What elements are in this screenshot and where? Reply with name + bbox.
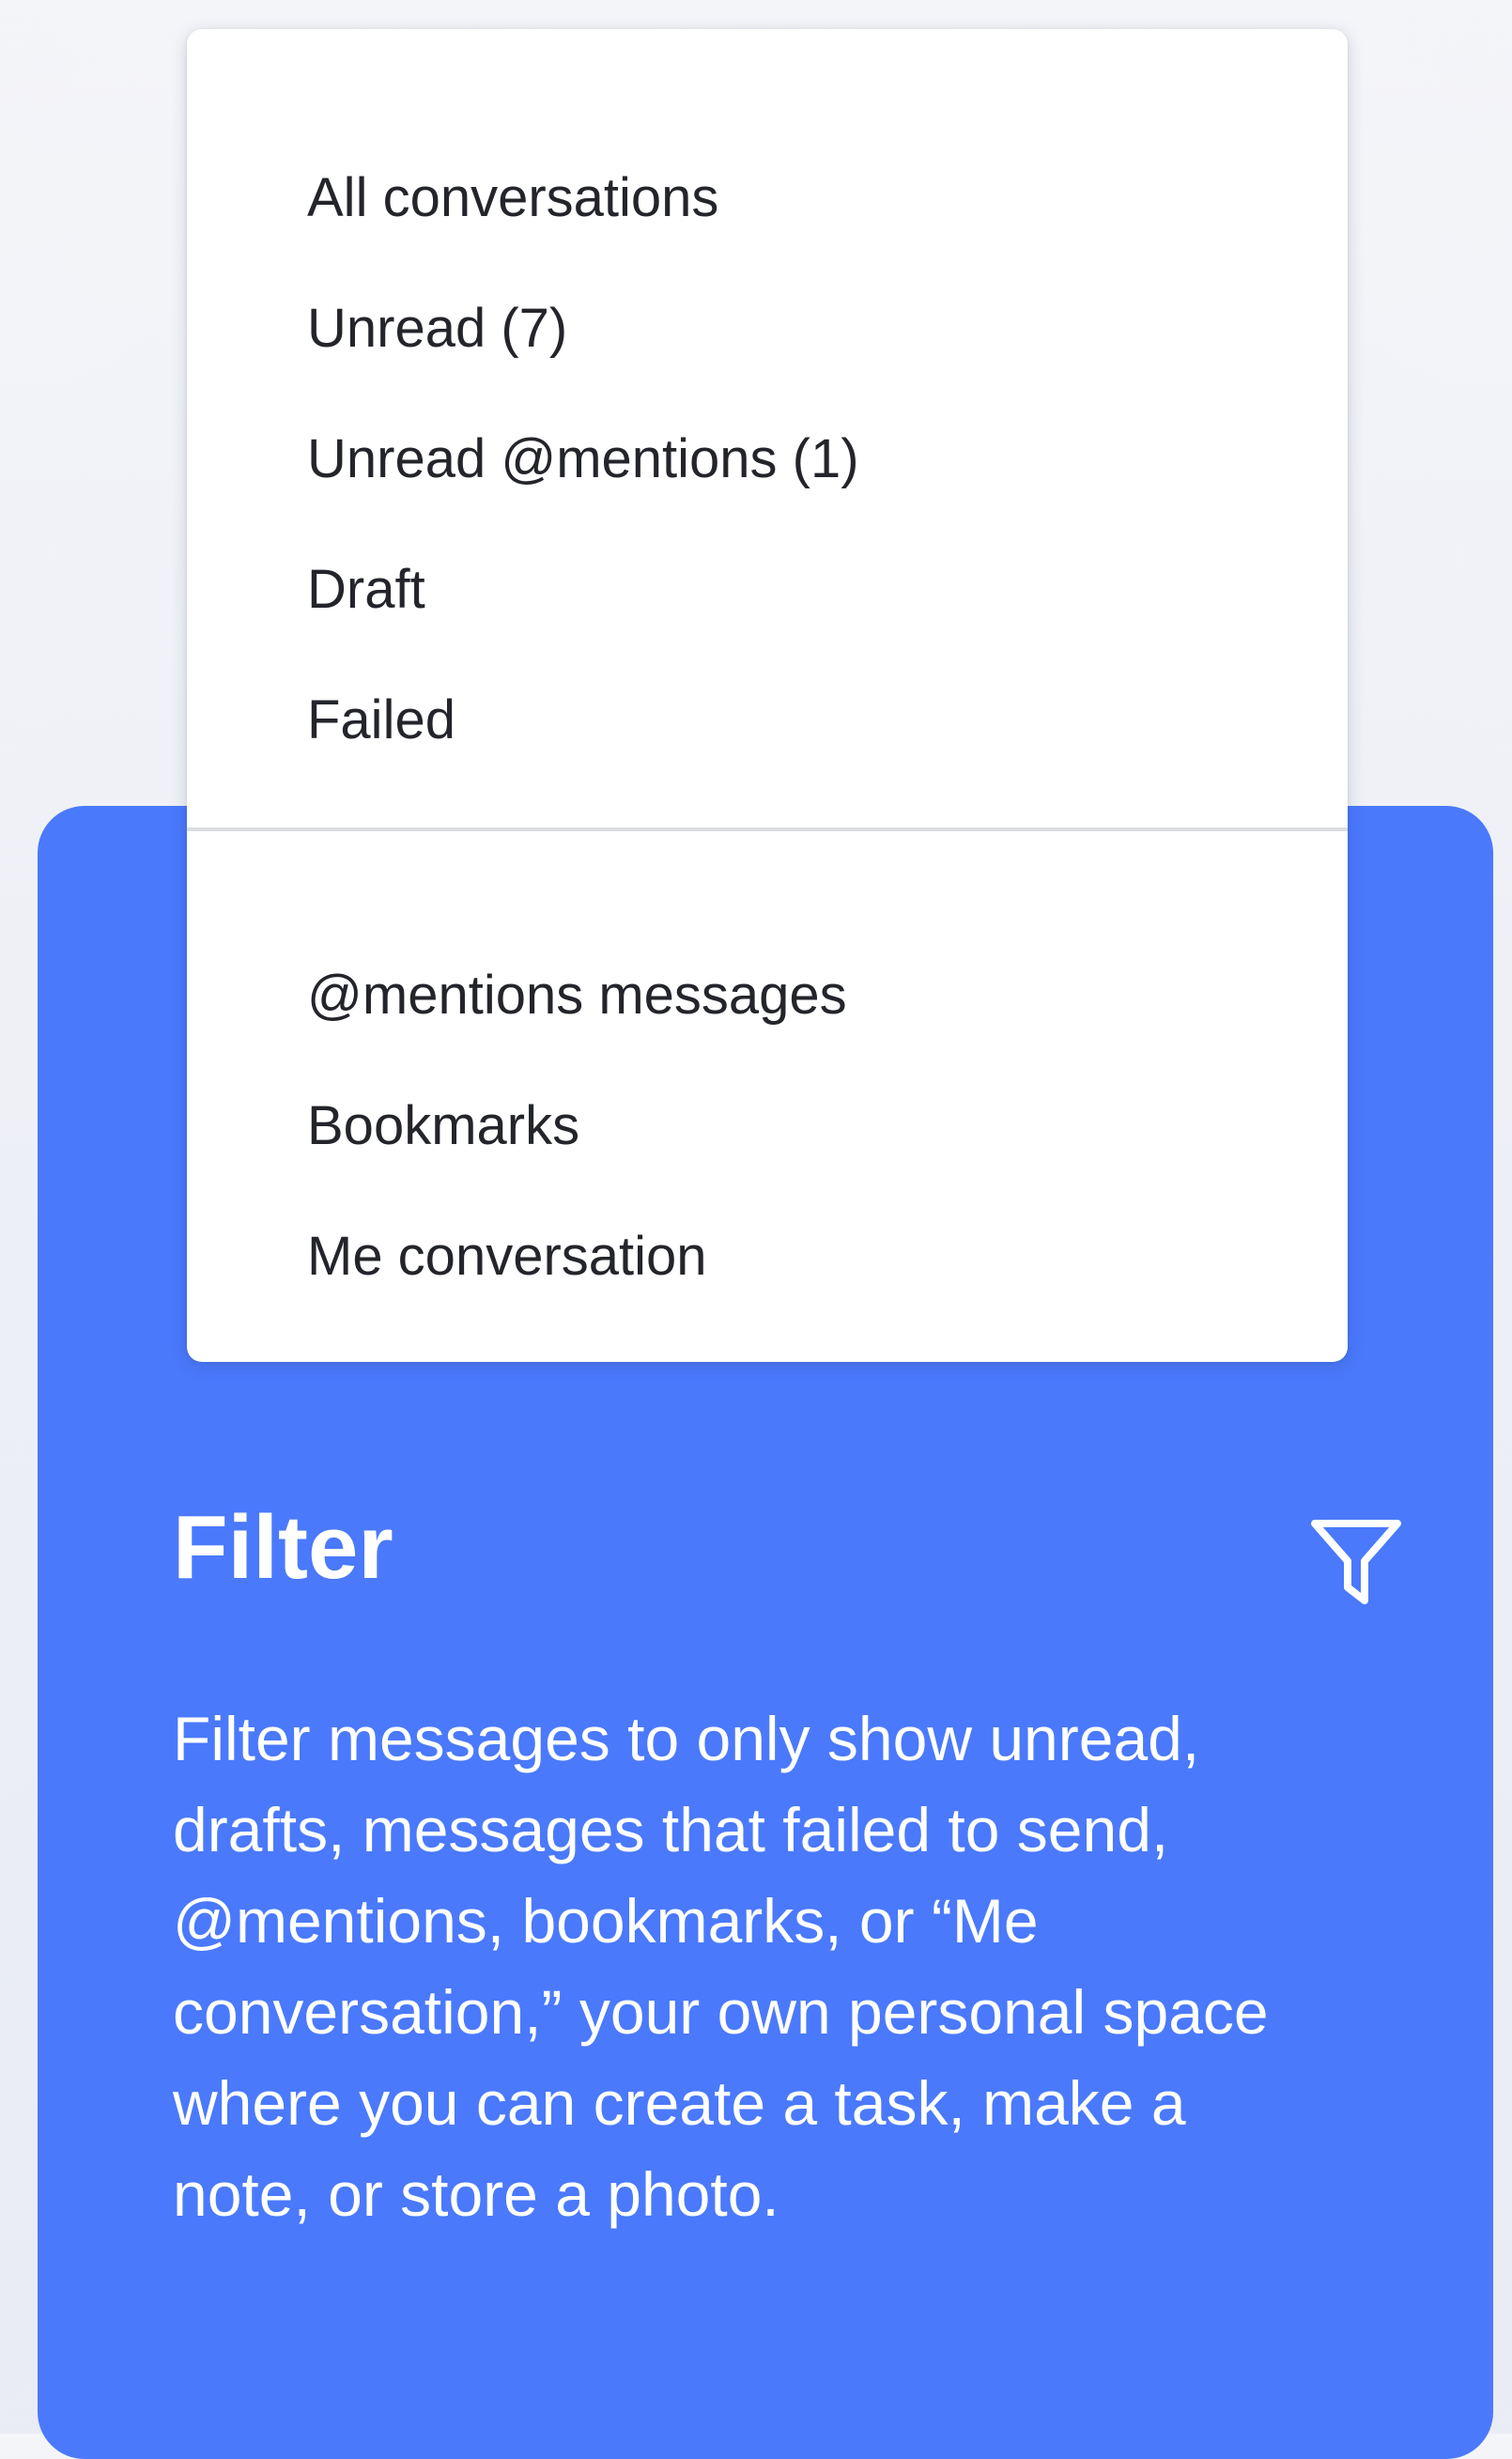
menu-item-bookmarks[interactable]: Bookmarks [187, 1060, 1348, 1191]
menu-item-mentions-messages[interactable]: @mentions messages [187, 930, 1348, 1060]
menu-item-unread[interactable]: Unread (7) [187, 263, 1348, 394]
filter-dropdown-menu: All conversations Unread (7) Unread @men… [187, 29, 1348, 1362]
conversation-filter-group: All conversations Unread (7) Unread @men… [187, 132, 1348, 785]
filter-funnel-icon [1311, 1520, 1401, 1604]
menu-divider [187, 827, 1348, 831]
card-description: Filter messages to only show unread, dra… [173, 1704, 1269, 2229]
menu-item-failed[interactable]: Failed [187, 655, 1348, 785]
message-filter-group: @mentions messages Bookmarks Me conversa… [187, 930, 1348, 1322]
card-title: Filter [173, 1497, 393, 1598]
menu-item-draft[interactable]: Draft [187, 524, 1348, 655]
menu-item-unread-mentions[interactable]: Unread @mentions (1) [187, 394, 1348, 524]
menu-item-me-conversation[interactable]: Me conversation [187, 1191, 1348, 1322]
menu-item-all-conversations[interactable]: All conversations [187, 132, 1348, 263]
